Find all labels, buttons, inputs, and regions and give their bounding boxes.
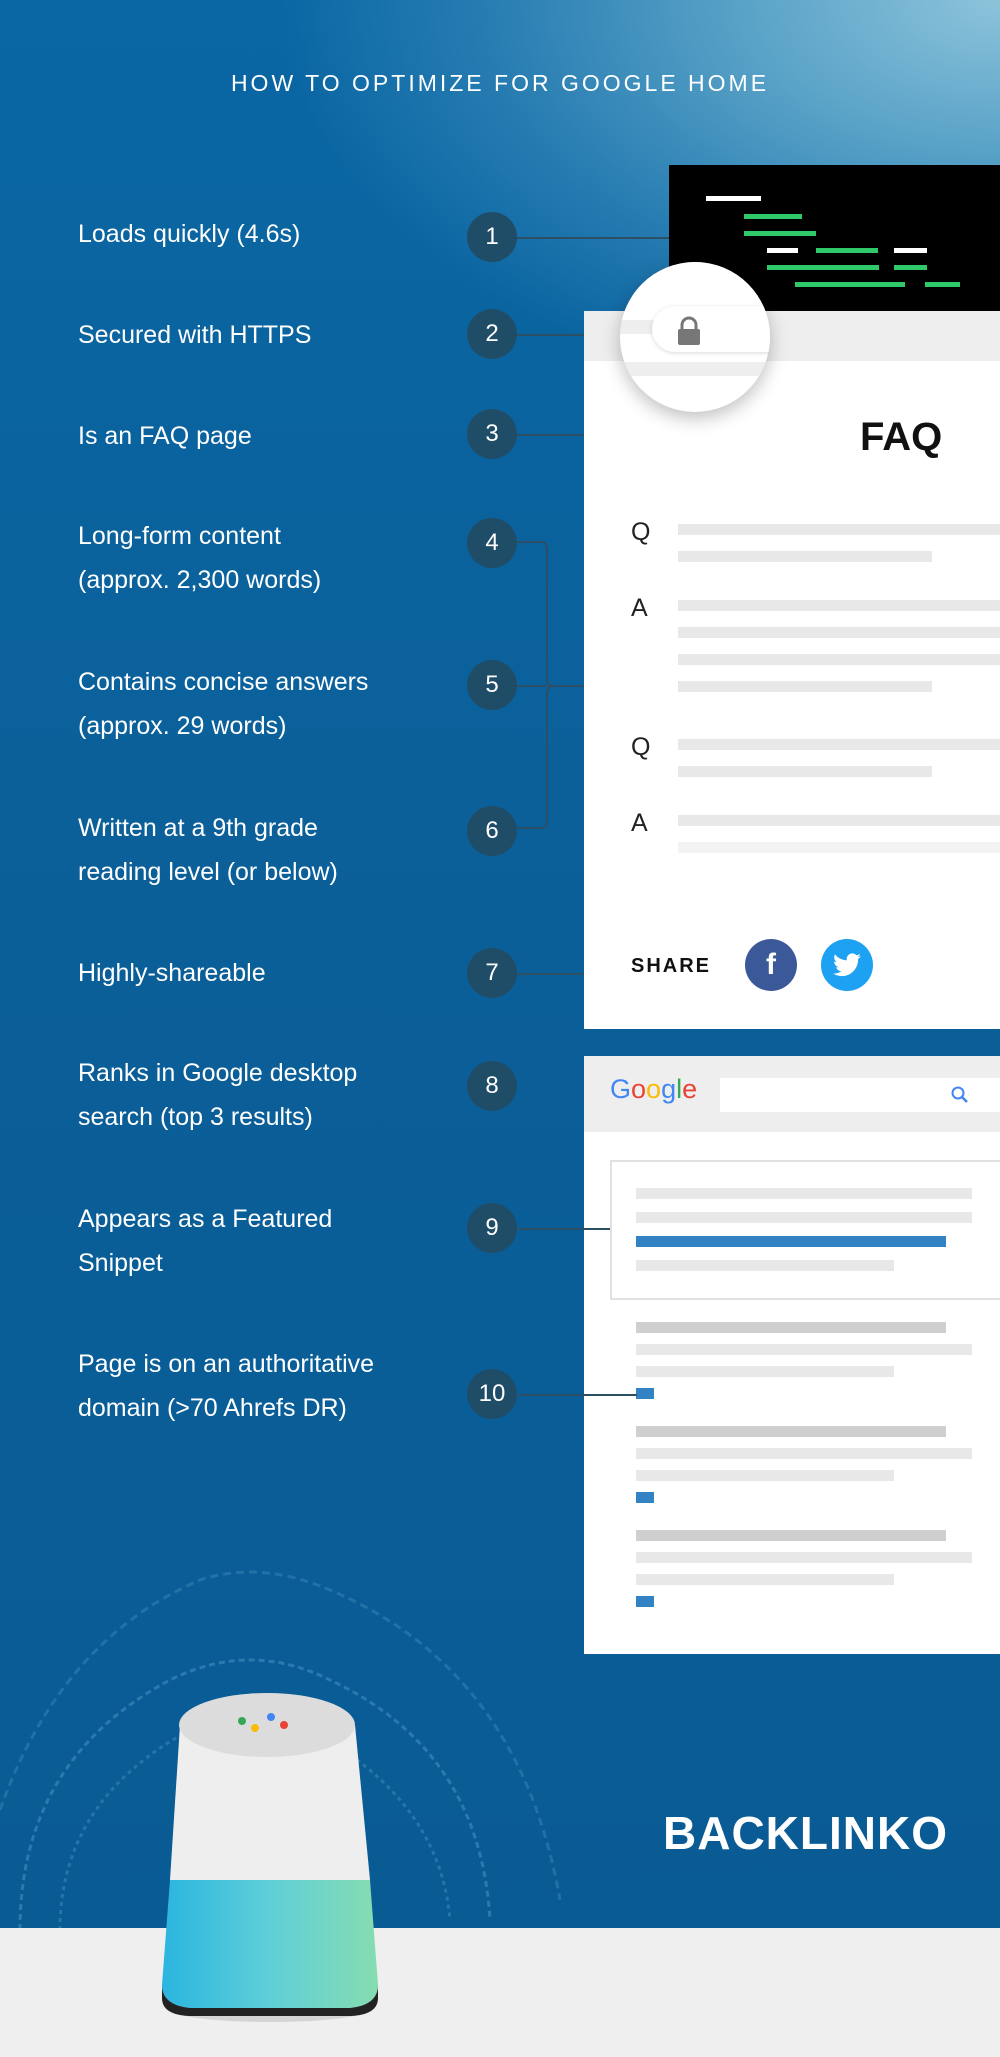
faq-heading: FAQ	[860, 415, 943, 459]
connector-line	[517, 973, 584, 975]
connector-line	[517, 1228, 610, 1230]
connector-line	[517, 434, 584, 436]
item-number-8: 8	[467, 1061, 517, 1111]
faq-question-label: Q	[631, 733, 651, 761]
https-magnifier	[620, 262, 770, 412]
faq-page-card: FAQ Q A Q A SHARE f	[584, 311, 1000, 1029]
item-text-6: Written at a 9th grade reading level (or…	[78, 814, 338, 886]
faq-answer-label: A	[631, 809, 648, 837]
item-number-6: 6	[467, 806, 517, 856]
item-number-5: 5	[467, 660, 517, 710]
backlinko-logo: BACKLINKO	[663, 1807, 948, 1859]
item-number-3: 3	[467, 409, 517, 459]
connector-line	[517, 237, 669, 239]
item-number-9: 9	[467, 1203, 517, 1253]
share-label: SHARE	[631, 955, 712, 977]
connector-line	[517, 334, 584, 336]
faq-answer-label: A	[631, 594, 648, 622]
item-number-4: 4	[467, 518, 517, 568]
connector-line	[517, 1394, 637, 1396]
item-text-9: Appears as a Featured Snippet	[78, 1205, 333, 1277]
item-text-1: Loads quickly (4.6s)	[78, 220, 301, 248]
item-number-10: 10	[467, 1369, 517, 1419]
item-text-3: Is an FAQ page	[78, 422, 252, 450]
item-text-10: Page is on an authoritative domain (>70 …	[78, 1350, 375, 1422]
search-icon[interactable]	[951, 1086, 969, 1104]
faq-question-label: Q	[631, 518, 651, 546]
twitter-icon[interactable]	[821, 939, 873, 991]
item-text-5: Contains concise answers (approx. 29 wor…	[78, 668, 369, 740]
item-number-1: 1	[467, 212, 517, 262]
search-results-card: Google	[584, 1056, 1000, 1654]
featured-snippet-box	[610, 1160, 1000, 1300]
google-logo: Google	[610, 1074, 698, 1104]
item-text-7: Highly-shareable	[78, 959, 266, 987]
item-text-2: Secured with HTTPS	[78, 321, 312, 349]
item-text-4: Long-form content (approx. 2,300 words)	[78, 522, 322, 594]
lock-icon	[678, 316, 700, 345]
facebook-icon[interactable]: f	[745, 939, 797, 991]
item-number-7: 7	[467, 948, 517, 998]
infographic: HOW TO OPTIMIZE FOR GOOGLE HOME FAQ Q A …	[0, 0, 1000, 2057]
item-text-8: Ranks in Google desktop search (top 3 re…	[78, 1059, 358, 1131]
bracket-connector	[517, 541, 584, 829]
item-number-2: 2	[467, 309, 517, 359]
infographic-title: HOW TO OPTIMIZE FOR GOOGLE HOME	[230, 70, 770, 96]
google-home-device	[162, 1693, 378, 2022]
